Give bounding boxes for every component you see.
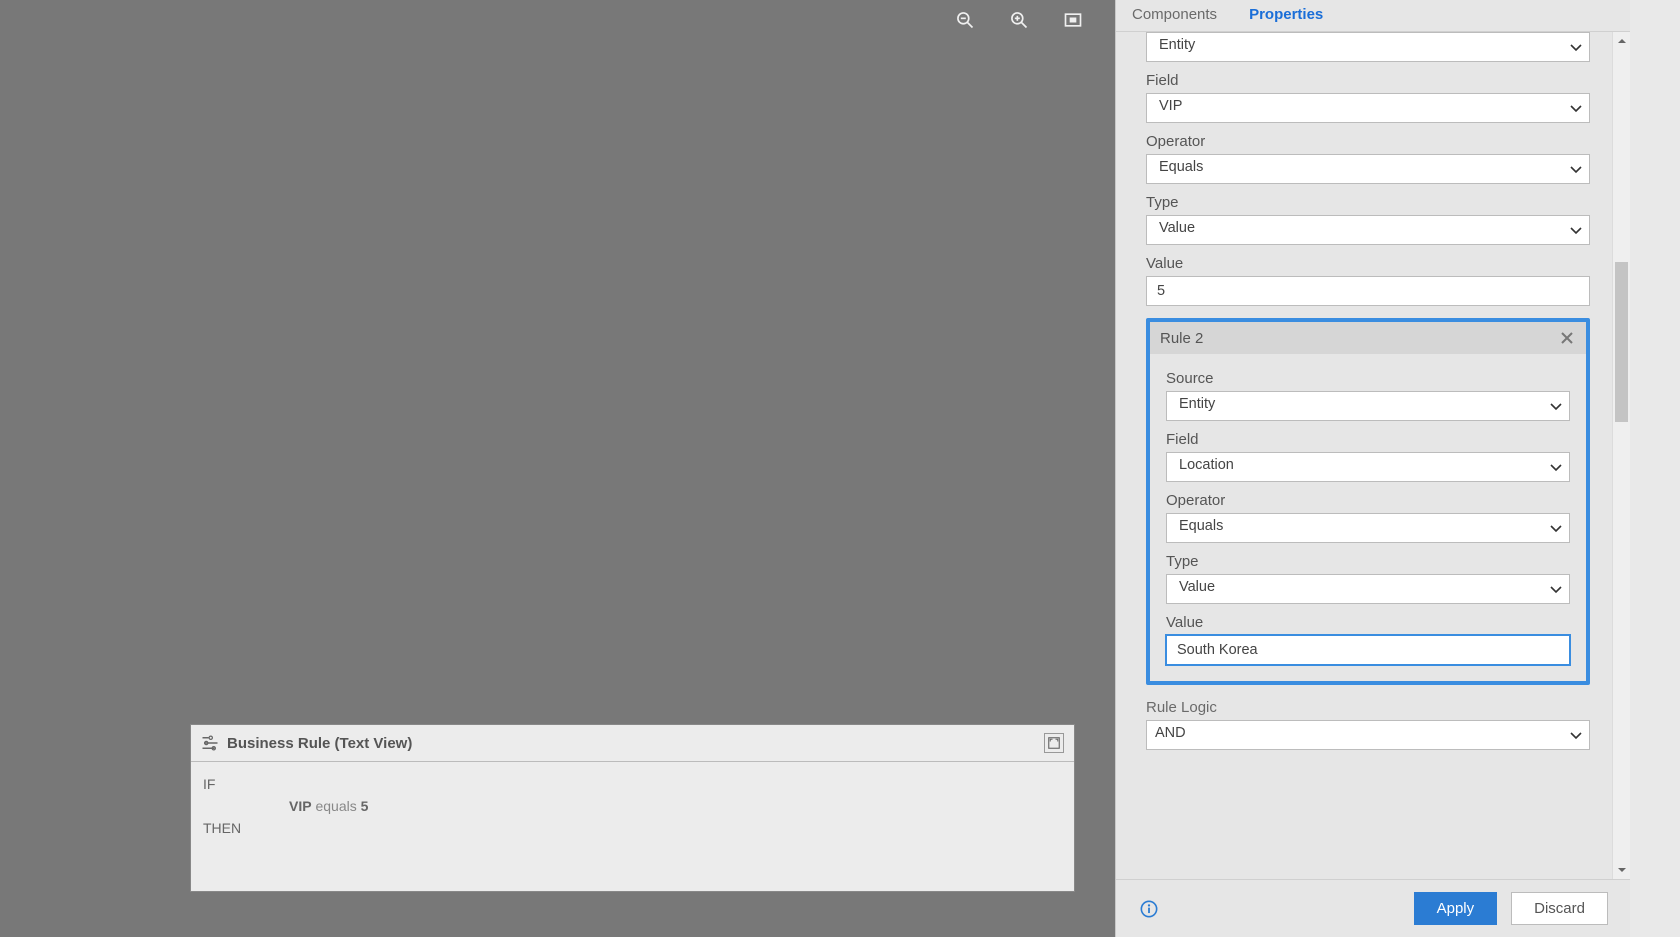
- rule1-operator-select[interactable]: Equals: [1146, 154, 1590, 184]
- rule1-type-select[interactable]: Value: [1146, 215, 1590, 245]
- cond-operator: equals: [315, 798, 356, 814]
- rule2-type-select[interactable]: Value: [1166, 574, 1570, 604]
- rule1-field-select[interactable]: VIP: [1146, 93, 1590, 123]
- rule-logic-label: Rule Logic: [1146, 699, 1590, 716]
- canvas-toolbar: [953, 8, 1085, 32]
- rule2-field-value: Location: [1179, 457, 1234, 473]
- designer-canvas[interactable]: Business Rule (Text View) IF VIP equals …: [0, 0, 1115, 937]
- discard-button[interactable]: Discard: [1511, 892, 1608, 925]
- rule1-type-label: Type: [1146, 194, 1590, 211]
- zoom-out-button[interactable]: [953, 8, 977, 32]
- rule2-header: Rule 2: [1150, 322, 1586, 354]
- rule1-operator-label: Operator: [1146, 133, 1590, 150]
- cond-field: VIP: [289, 798, 312, 814]
- rule-logic-select[interactable]: AND: [1146, 720, 1590, 750]
- zoom-in-icon: [1009, 10, 1029, 30]
- expand-icon: [1048, 737, 1060, 749]
- then-keyword: THEN: [203, 820, 241, 836]
- properties-scrollbar[interactable]: [1612, 32, 1630, 879]
- rule2-source-select[interactable]: Entity: [1166, 391, 1570, 421]
- rule2-source-value: Entity: [1179, 396, 1215, 412]
- side-tabs: Components Properties: [1116, 0, 1630, 32]
- rule2-operator-label: Operator: [1166, 492, 1570, 509]
- zoom-in-button[interactable]: [1007, 8, 1031, 32]
- rule1-value-input[interactable]: [1146, 276, 1590, 306]
- rule2-operator-value: Equals: [1179, 518, 1223, 534]
- text-view-body: IF VIP equals 5 THEN: [191, 762, 1074, 856]
- if-keyword: IF: [203, 776, 215, 792]
- business-rule-text-view-panel: Business Rule (Text View) IF VIP equals …: [190, 724, 1075, 892]
- properties-scroll-area: Entity Field VIP Operator Equals Type Va…: [1116, 32, 1630, 879]
- rule2-value-input[interactable]: [1166, 635, 1570, 665]
- rule2-field-select[interactable]: Location: [1166, 452, 1570, 482]
- rule1-type-value: Value: [1159, 220, 1195, 236]
- chevron-up-icon: [1617, 38, 1627, 44]
- rule1-source-value: Entity: [1159, 37, 1195, 53]
- rule2-remove-button[interactable]: [1558, 329, 1576, 347]
- close-icon: [1560, 331, 1574, 345]
- condition-line: VIP equals 5: [289, 798, 1062, 814]
- cond-value: 5: [361, 798, 369, 814]
- rule2-field-label: Field: [1166, 431, 1570, 448]
- scrollbar-up-button[interactable]: [1613, 32, 1630, 50]
- text-view-header: Business Rule (Text View): [191, 725, 1074, 762]
- fit-to-screen-button[interactable]: [1061, 8, 1085, 32]
- info-icon[interactable]: [1140, 900, 1158, 918]
- rule1-source-select[interactable]: Entity: [1146, 32, 1590, 62]
- tab-components[interactable]: Components: [1116, 0, 1233, 31]
- properties-footer: Apply Discard: [1116, 879, 1630, 937]
- chevron-down-icon: [1617, 867, 1627, 873]
- rule1-value-label: Value: [1146, 255, 1590, 272]
- rule2-card: Rule 2 Source Entity Field Loc: [1146, 318, 1590, 685]
- rule2-type-label: Type: [1166, 553, 1570, 570]
- rule2-type-value: Value: [1179, 579, 1215, 595]
- fit-screen-icon: [1063, 10, 1083, 30]
- rule2-source-label: Source: [1166, 370, 1570, 387]
- business-rule-icon: [201, 734, 219, 752]
- window-frame-strip: [1630, 0, 1680, 937]
- rule1-field-value: VIP: [1159, 98, 1182, 114]
- text-view-title: Business Rule (Text View): [227, 735, 412, 752]
- tab-properties[interactable]: Properties: [1233, 0, 1339, 31]
- scrollbar-thumb[interactable]: [1615, 262, 1628, 422]
- apply-button[interactable]: Apply: [1414, 892, 1498, 925]
- zoom-out-icon: [955, 10, 975, 30]
- side-panel: Components Properties Entity Field VIP O…: [1115, 0, 1630, 937]
- rule1-operator-value: Equals: [1159, 159, 1203, 175]
- scrollbar-down-button[interactable]: [1613, 861, 1630, 879]
- rule2-operator-select[interactable]: Equals: [1166, 513, 1570, 543]
- rule-logic-value: AND: [1155, 725, 1186, 741]
- rule1-field-label: Field: [1146, 72, 1590, 89]
- rule2-title: Rule 2: [1160, 330, 1203, 347]
- expand-text-view-button[interactable]: [1044, 733, 1064, 753]
- rule2-value-label: Value: [1166, 614, 1570, 631]
- properties-content: Entity Field VIP Operator Equals Type Va…: [1116, 32, 1612, 879]
